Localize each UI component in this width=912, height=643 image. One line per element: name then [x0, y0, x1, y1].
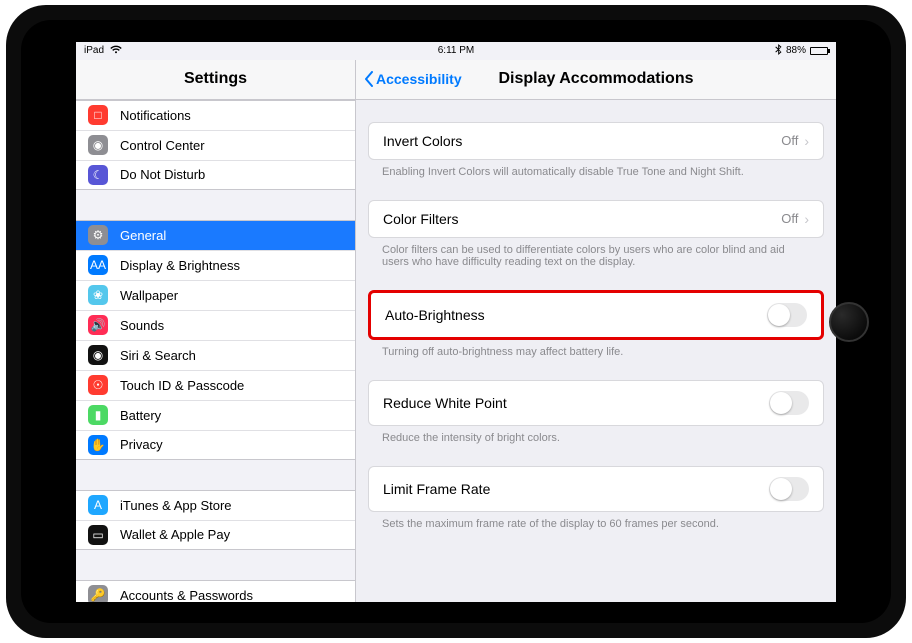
- detail-title: Display Accommodations: [498, 70, 693, 88]
- itunes-appstore-icon: A: [88, 495, 108, 515]
- touchid-passcode-icon: ☉: [88, 375, 108, 395]
- dnd-icon: ☾: [88, 165, 108, 185]
- detail-header: Accessibility Display Accommodations: [356, 60, 836, 100]
- battery-icon: [810, 47, 828, 55]
- screen: iPad 6:11 PM 88% Settings: [76, 42, 836, 602]
- cell-label: Invert Colors: [383, 133, 462, 149]
- bluetooth-icon: [775, 44, 782, 58]
- sidebar-item-label: Battery: [120, 408, 161, 423]
- switch-reduce-white-point[interactable]: [769, 391, 809, 415]
- cell-label: Color Filters: [383, 211, 458, 227]
- cell-value: Off ›: [781, 211, 809, 227]
- sidebar-item-label: Control Center: [120, 138, 205, 153]
- sidebar-item-label: Wallet & Apple Pay: [120, 527, 230, 542]
- wifi-icon: [110, 45, 122, 57]
- detail-scroll[interactable]: Invert Colors Off › Enabling Invert Colors …: [356, 100, 836, 602]
- chevron-right-icon: ›: [804, 133, 809, 149]
- value-text: Off: [781, 133, 798, 148]
- cell-invert-colors[interactable]: Invert Colors Off ›: [368, 122, 824, 160]
- value-text: Off: [781, 211, 798, 226]
- status-time: 6:11 PM: [438, 45, 475, 56]
- sidebar-header: Settings: [76, 60, 355, 100]
- sidebar-item-label: Display & Brightness: [120, 258, 240, 273]
- chevron-right-icon: ›: [804, 211, 809, 227]
- sidebar-item-wallet-applepay[interactable]: ▭ Wallet & Apple Pay: [76, 520, 355, 550]
- cell-limit-frame-rate[interactable]: Limit Frame Rate: [368, 466, 824, 512]
- back-label: Accessibility: [376, 71, 462, 87]
- switch-auto-brightness[interactable]: [767, 303, 807, 327]
- sidebar-item-label: General: [120, 228, 166, 243]
- cell-label: Auto-Brightness: [385, 307, 485, 323]
- ipad-device: iPad 6:11 PM 88% Settings: [6, 5, 906, 638]
- sounds-icon: 🔊: [88, 315, 108, 335]
- notifications-icon: □: [88, 105, 108, 125]
- footnote-auto-brightness: Turning off auto-brightness may affect b…: [368, 340, 824, 358]
- sidebar-item-display-brightness[interactable]: AA Display & Brightness: [76, 250, 355, 280]
- cell-value: Off ›: [781, 133, 809, 149]
- switch-knob: [770, 478, 792, 500]
- sidebar-item-sounds[interactable]: 🔊 Sounds: [76, 310, 355, 340]
- sidebar-item-label: Touch ID & Passcode: [120, 378, 244, 393]
- sidebar-item-wallpaper[interactable]: ❀ Wallpaper: [76, 280, 355, 310]
- detail-pane: Accessibility Display Accommodations Inv…: [356, 60, 836, 602]
- switch-knob: [770, 392, 792, 414]
- cell-color-filters[interactable]: Color Filters Off ›: [368, 200, 824, 238]
- sidebar-item-control-center[interactable]: ◉ Control Center: [76, 130, 355, 160]
- sidebar-item-label: Sounds: [120, 318, 164, 333]
- switch-knob: [768, 304, 790, 326]
- footnote-reduce-white-point: Reduce the intensity of bright colors.: [368, 426, 824, 444]
- sidebar-item-privacy[interactable]: ✋ Privacy: [76, 430, 355, 460]
- sidebar-item-label: Accounts & Passwords: [120, 588, 253, 602]
- sidebar-item-label: Siri & Search: [120, 348, 196, 363]
- bezel: iPad 6:11 PM 88% Settings: [21, 20, 891, 623]
- cell-label: Limit Frame Rate: [383, 481, 490, 497]
- sidebar-title: Settings: [184, 70, 247, 88]
- sidebar-scroll[interactable]: □ Notifications ◉ Control Center ☾ Do Not Dis…: [76, 100, 355, 602]
- footnote-invert-colors: Enabling Invert Colors will automaticall…: [368, 160, 824, 178]
- home-button[interactable]: [829, 302, 869, 342]
- sidebar-item-label: Notifications: [120, 108, 191, 123]
- battery-icon: ▮: [88, 405, 108, 425]
- sidebar-item-general[interactable]: ⚙ General: [76, 220, 355, 250]
- sidebar-item-notifications[interactable]: □ Notifications: [76, 100, 355, 130]
- back-button[interactable]: Accessibility: [364, 71, 462, 87]
- sidebar-item-label: Do Not Disturb: [120, 167, 205, 182]
- sidebar-item-siri-search[interactable]: ◉ Siri & Search: [76, 340, 355, 370]
- siri-search-icon: ◉: [88, 345, 108, 365]
- wallet-applepay-icon: ▭: [88, 525, 108, 545]
- footnote-color-filters: Color filters can be used to differentia…: [368, 238, 824, 268]
- general-icon: ⚙: [88, 225, 108, 245]
- sidebar-item-label: iTunes & App Store: [120, 498, 232, 513]
- battery-percent: 88%: [786, 45, 806, 56]
- sidebar: Settings □ Notifications ◉ Control Center ☾ D…: [76, 60, 356, 602]
- status-right: 88%: [775, 44, 828, 58]
- sidebar-item-touchid-passcode[interactable]: ☉ Touch ID & Passcode: [76, 370, 355, 400]
- sidebar-item-label: Privacy: [120, 437, 163, 452]
- switch-limit-frame-rate[interactable]: [769, 477, 809, 501]
- cell-auto-brightness[interactable]: Auto-Brightness: [368, 290, 824, 340]
- carrier-label: iPad: [84, 45, 104, 56]
- status-left: iPad: [84, 45, 122, 57]
- wallpaper-icon: ❀: [88, 285, 108, 305]
- footnote-limit-frame-rate: Sets the maximum frame rate of the displ…: [368, 512, 824, 530]
- display-brightness-icon: AA: [88, 255, 108, 275]
- accounts-passwords-icon: 🔑: [88, 585, 108, 602]
- status-bar: iPad 6:11 PM 88%: [76, 42, 836, 60]
- sidebar-item-label: Wallpaper: [120, 288, 178, 303]
- sidebar-item-accounts-passwords[interactable]: 🔑 Accounts & Passwords: [76, 580, 355, 602]
- sidebar-item-itunes-appstore[interactable]: AiTunes & App Store: [76, 490, 355, 520]
- sidebar-item-dnd[interactable]: ☾ Do Not Disturb: [76, 160, 355, 190]
- cell-label: Reduce White Point: [383, 395, 507, 411]
- cell-reduce-white-point[interactable]: Reduce White Point: [368, 380, 824, 426]
- control-center-icon: ◉: [88, 135, 108, 155]
- sidebar-item-battery[interactable]: ▮ Battery: [76, 400, 355, 430]
- privacy-icon: ✋: [88, 435, 108, 455]
